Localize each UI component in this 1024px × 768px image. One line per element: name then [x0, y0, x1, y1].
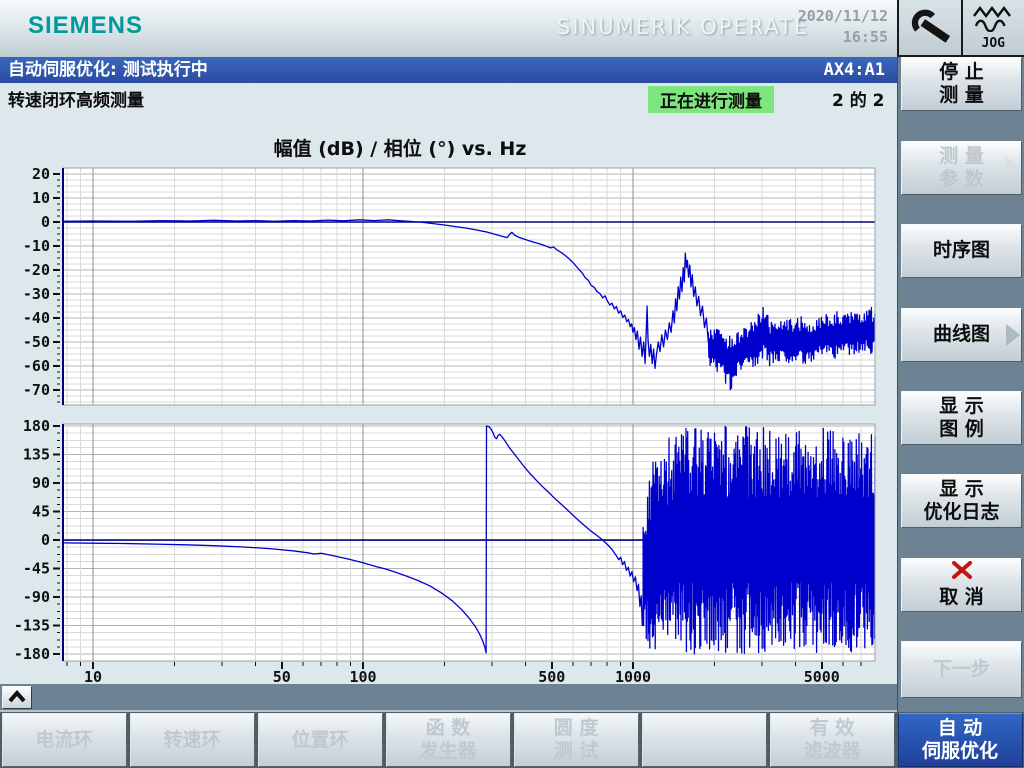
svg-text:-50: -50 [23, 333, 50, 351]
red-x-icon [951, 561, 973, 585]
svg-text:1000: 1000 [615, 668, 651, 684]
page-title: 自动伺服优化: 测试执行中 [8, 57, 208, 83]
softkey-show-tuning-log[interactable]: 显 示 优化日志 [901, 474, 1022, 528]
svg-text:0: 0 [41, 531, 50, 549]
chevron-up-icon [6, 688, 28, 707]
chevron-right-icon [1006, 324, 1020, 346]
svg-text:-10: -10 [23, 237, 50, 255]
bode-plot: 20100-10-20-30-40-50-60-7018013590450-45… [0, 163, 897, 684]
svg-text:180: 180 [23, 417, 50, 435]
siemens-logo: SIEMENS [28, 12, 143, 40]
sinumerik-screen: SIEMENS SINUMERIK OPERATE 2020/11/12 16:… [0, 0, 1024, 768]
jog-mode-key[interactable]: JOG [961, 0, 1024, 57]
chevron-right-icon [1006, 157, 1020, 179]
softkey-auto-servo-tuning[interactable]: 自 动 伺服优化 [898, 713, 1023, 767]
header-icon-row: JOG [897, 0, 1024, 57]
svg-text:-90: -90 [23, 588, 50, 606]
svg-text:500: 500 [538, 668, 565, 684]
svg-text:50: 50 [273, 668, 291, 684]
svg-text:100: 100 [349, 668, 376, 684]
svg-text:20: 20 [32, 165, 50, 183]
svg-text:135: 135 [23, 446, 50, 464]
jog-label: JOG [982, 37, 1005, 50]
svg-text:90: 90 [32, 474, 50, 492]
wrench-icon [905, 5, 955, 51]
softkey-stop-measurement[interactable]: 停 止 测 量 [901, 57, 1022, 111]
softkey-circularity-test[interactable]: 圆 度 测 试 [514, 713, 639, 767]
softkey-current-loop[interactable]: 电流环 [2, 713, 127, 767]
softkey-curve-chart[interactable]: 曲线图 [901, 308, 1022, 362]
svg-text:10: 10 [84, 668, 102, 684]
softkey-position-loop[interactable]: 位置环 [258, 713, 383, 767]
softkey-active-filters[interactable]: 有 效 滤波器 [770, 713, 895, 767]
measurement-name: 转速闭环高频测量 [8, 86, 144, 111]
svg-text:0: 0 [41, 213, 50, 231]
svg-text:-45: -45 [23, 560, 50, 578]
product-name: SINUMERIK OPERATE [557, 15, 809, 39]
svg-text:-70: -70 [23, 381, 50, 399]
svg-text:-40: -40 [23, 309, 50, 327]
date: 2020/11/12 [798, 6, 888, 27]
header: SIEMENS SINUMERIK OPERATE 2020/11/12 16:… [0, 0, 897, 57]
svg-text:-135: -135 [14, 617, 50, 635]
svg-text:-60: -60 [23, 357, 50, 375]
svg-text:45: 45 [32, 503, 50, 521]
softkey-function-generator[interactable]: 函 数 发生器 [386, 713, 511, 767]
progress-counter: 2 的 2 [832, 86, 885, 111]
time: 16:55 [798, 27, 888, 48]
axis-badge: AX4:A1 [824, 57, 885, 83]
svg-text:-30: -30 [23, 285, 50, 303]
menu-select-key[interactable] [897, 0, 961, 57]
svg-text:-180: -180 [14, 645, 50, 663]
status-badge: 正在进行测量 [648, 86, 774, 113]
vertical-softkey-bar: 停 止 测 量 测 量 参 数 时序图 曲线图 显 示 图 例 显 示 优化日志 [897, 57, 1024, 712]
datetime: 2020/11/12 16:55 [798, 6, 888, 48]
softkey-empty[interactable] [642, 713, 767, 767]
svg-text:10: 10 [32, 189, 50, 207]
title-bar: 自动伺服优化: 测试执行中 AX4:A1 [0, 57, 897, 83]
softkey-expand-row [0, 684, 897, 712]
softkey-next-step[interactable]: 下一步 [901, 641, 1022, 698]
softkey-show-legend[interactable]: 显 示 图 例 [901, 391, 1022, 445]
horizontal-softkey-bar: 电流环 转速环 位置环 函 数 发生器 圆 度 测 试 有 效 滤波器 自 动 … [0, 712, 1024, 768]
softkey-measurement-params[interactable]: 测 量 参 数 [901, 141, 1022, 195]
softkey-cancel[interactable]: 取 消 [901, 558, 1022, 612]
jog-icon [972, 6, 1014, 36]
softkey-time-chart[interactable]: 时序图 [901, 224, 1022, 278]
svg-text:-20: -20 [23, 261, 50, 279]
expand-menu-button[interactable] [2, 686, 32, 709]
softkey-speed-loop[interactable]: 转速环 [130, 713, 255, 767]
svg-text:5000: 5000 [804, 668, 840, 684]
chart-title: 幅值 (dB) / 相位 (°) vs. Hz [40, 134, 760, 161]
